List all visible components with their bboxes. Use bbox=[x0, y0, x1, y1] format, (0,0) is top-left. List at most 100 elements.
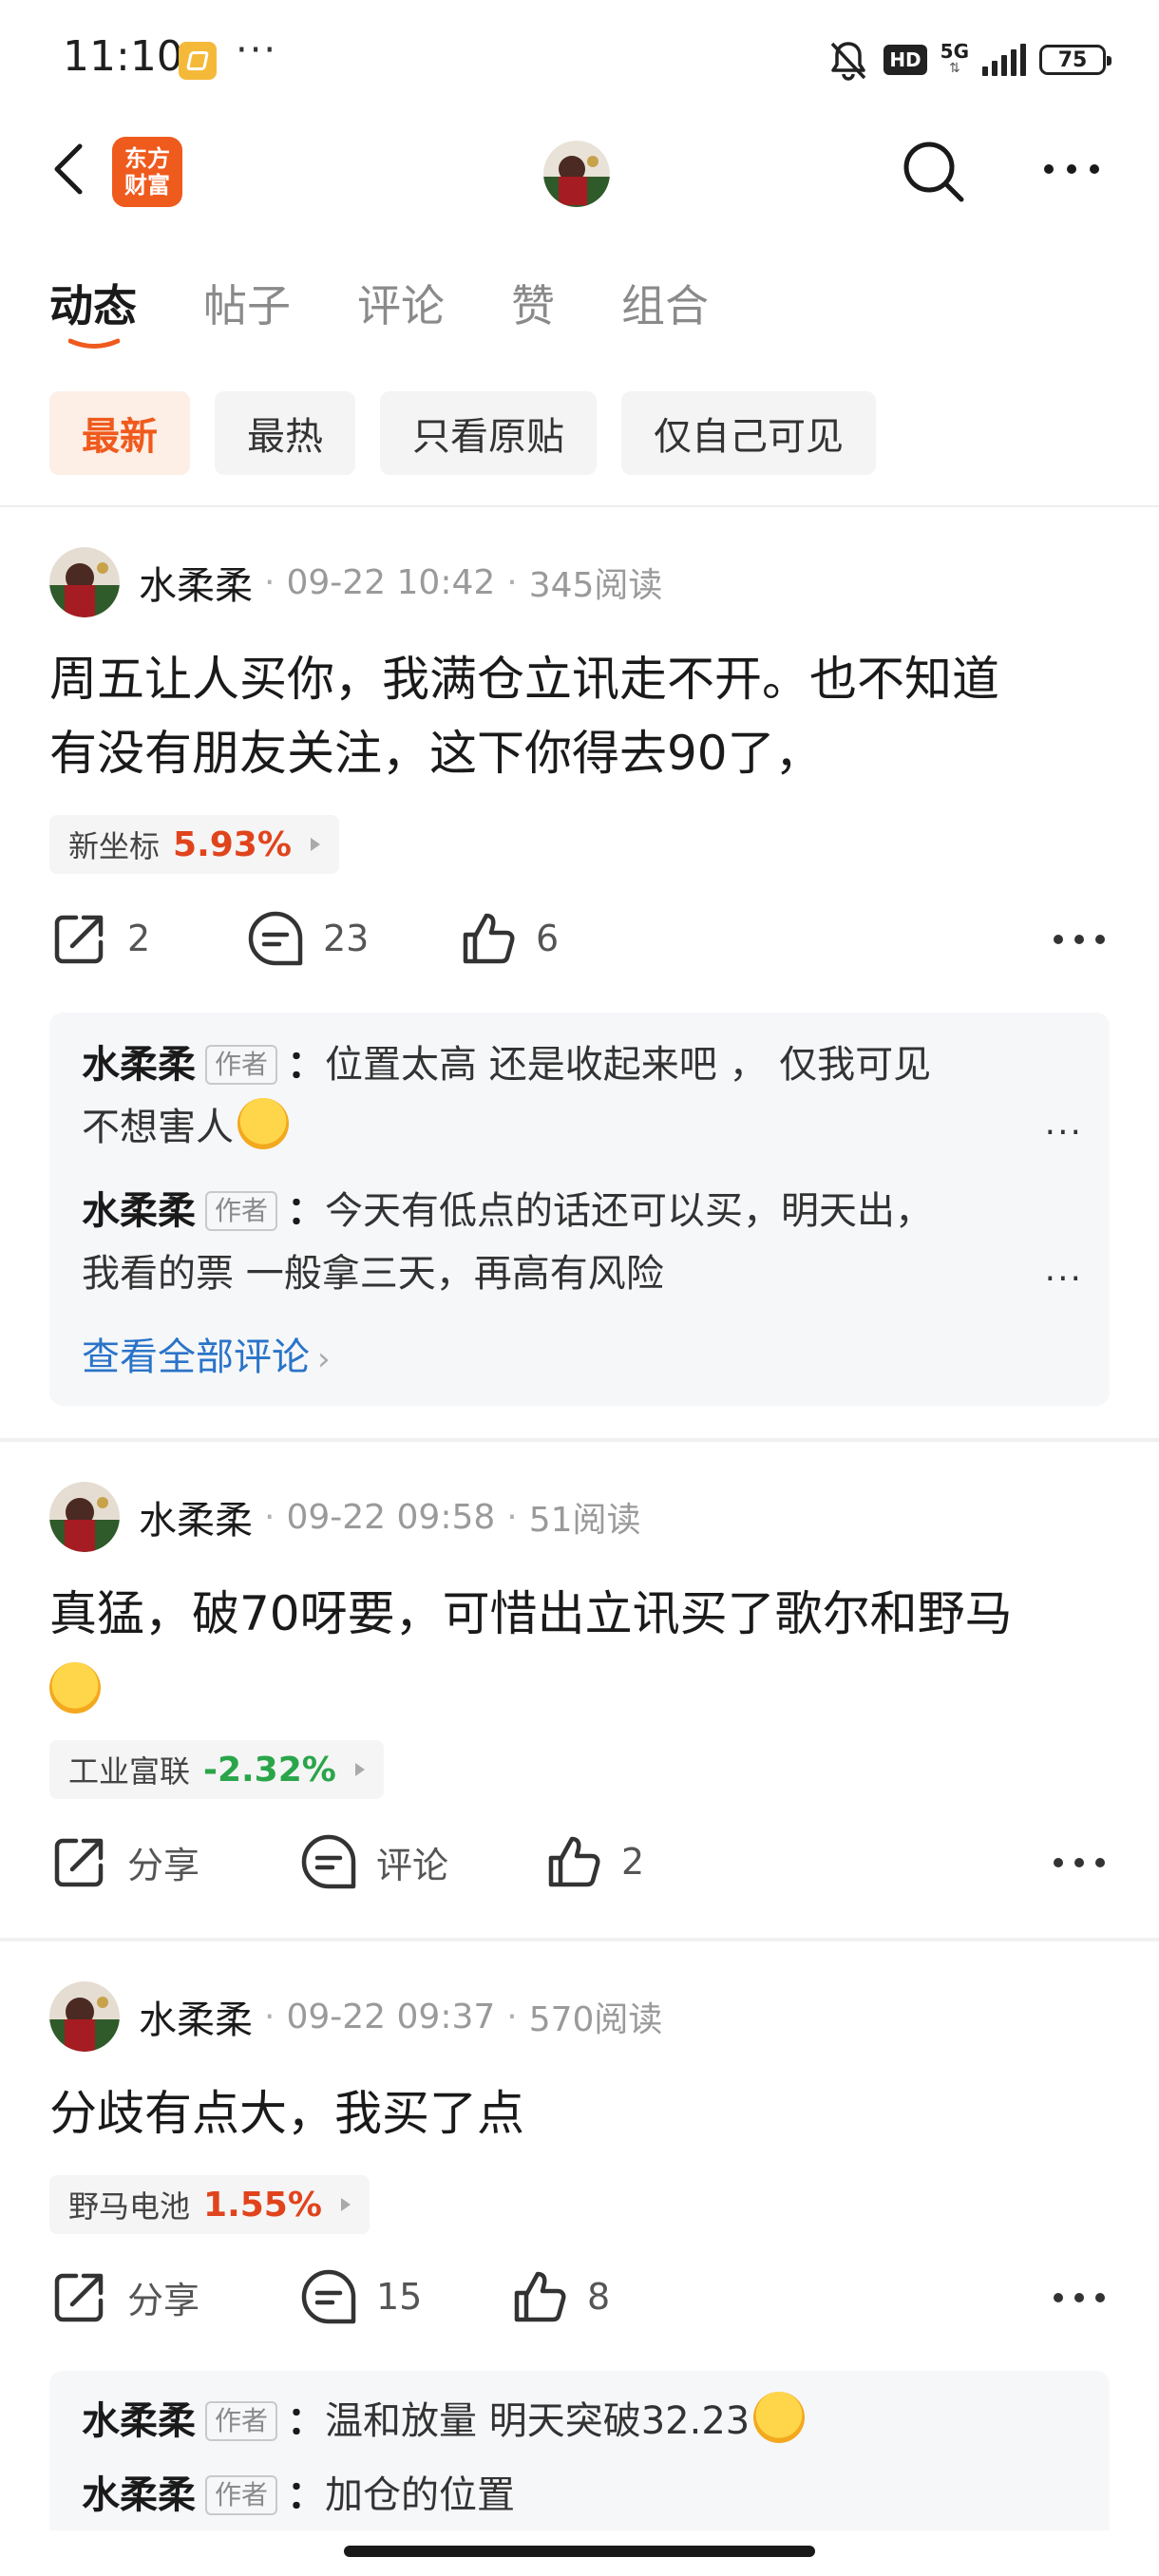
share-button[interactable]: 分享 bbox=[49, 1831, 200, 1892]
read-count: 51阅读 bbox=[528, 1501, 641, 1540]
comment-more-icon[interactable]: ... bbox=[1045, 1250, 1083, 1289]
filter-bar: 最新 最热 只看原贴 仅自己可见 bbox=[49, 391, 876, 475]
comment-more-icon[interactable]: ... bbox=[1045, 1104, 1083, 1143]
stock-tag[interactable]: 野马电池 1.55% bbox=[49, 2175, 370, 2234]
post-more-icon[interactable] bbox=[1053, 925, 1106, 954]
comment-author[interactable]: 水柔柔 bbox=[82, 2399, 196, 2443]
read-count: 345阅读 bbox=[528, 566, 663, 605]
tab-tiezi[interactable]: 帖子 bbox=[203, 272, 291, 334]
network-label: 5G bbox=[940, 40, 969, 63]
author-avatar[interactable] bbox=[49, 547, 120, 617]
more-options-icon[interactable] bbox=[1041, 150, 1102, 188]
hand-over-mouth-emoji-icon bbox=[753, 2392, 806, 2443]
filter-latest[interactable]: 最新 bbox=[49, 391, 190, 475]
laughing-tears-emoji-icon bbox=[238, 1098, 289, 1149]
stock-tag[interactable]: 新坐标 5.93% bbox=[49, 815, 339, 874]
battery-icon: 75 bbox=[1039, 45, 1112, 75]
search-icon[interactable] bbox=[899, 137, 969, 207]
post-content[interactable]: 分歧有点大，我买了点 bbox=[49, 2076, 1113, 2150]
like-button[interactable]: 2 bbox=[543, 1831, 644, 1892]
share-button[interactable]: 分享 bbox=[49, 2266, 200, 2327]
comment-preview-box: 水柔柔 作者 ：位置太高 还是收起来吧 ， 仅我可见 不想害人 ... 水柔柔 作者：… bbox=[49, 1013, 1110, 1406]
post-content-line: 有没有朋友关注，这下你得去90了， bbox=[49, 726, 823, 781]
thumbs-up-icon bbox=[514, 2271, 566, 2322]
view-all-comments-link[interactable]: 查看全部评论 › bbox=[82, 1326, 331, 1381]
author-name[interactable]: 水柔柔 bbox=[139, 1489, 253, 1544]
comment-count: 23 bbox=[323, 918, 370, 959]
comment-text: 不想害人 bbox=[82, 1106, 234, 1149]
app-logo: 东方 财富 bbox=[112, 137, 182, 207]
author-avatar[interactable] bbox=[49, 1981, 120, 2052]
hd-badge: HD bbox=[884, 45, 927, 75]
comment-item[interactable]: 水柔柔 作者 ：加仓的位置 bbox=[82, 2464, 1051, 2527]
post-content-line: 真猛，破70呀要，可惜出立讯买了歌尔和野马 bbox=[49, 1586, 1013, 1641]
comment-text: 位置太高 还是收起来吧 ， 仅我可见 bbox=[325, 1043, 932, 1087]
back-arrow-icon[interactable] bbox=[48, 141, 89, 198]
tab-pinglun[interactable]: 评论 bbox=[357, 272, 445, 334]
comment-text: 我看的票 一般拿三天，再高有风险 bbox=[82, 1252, 664, 1296]
post-time: 09-22 09:58 bbox=[286, 1497, 496, 1537]
author-tag: 作者 bbox=[205, 1045, 278, 1085]
author-avatar[interactable] bbox=[49, 1482, 120, 1552]
post-meta: 水柔柔 · 09-22 10:42 · 345阅读 bbox=[49, 547, 662, 617]
filter-self-visible[interactable]: 仅自己可见 bbox=[621, 391, 876, 475]
post-card[interactable]: 水柔柔 · 09-22 09:37 · 570阅读 分歧有点大，我买了点 野马电… bbox=[0, 1941, 1159, 2530]
stock-change: 1.55% bbox=[203, 2185, 322, 2225]
comment-icon bbox=[301, 1834, 356, 1889]
tab-dongtai[interactable]: 动态 bbox=[49, 272, 137, 334]
post-more-icon[interactable] bbox=[1053, 1848, 1106, 1877]
home-indicator[interactable] bbox=[344, 2546, 815, 2557]
comment-button[interactable]: 15 bbox=[298, 2266, 422, 2327]
stock-name: 野马电池 bbox=[68, 2188, 191, 2225]
stock-tag[interactable]: 工业富联 -2.32% bbox=[49, 1740, 384, 1799]
comment-text: 加仓的位置 bbox=[325, 2473, 516, 2517]
like-count: 6 bbox=[536, 918, 560, 959]
post-actions: 分享 评论 2 bbox=[49, 1831, 1113, 1907]
comment-author[interactable]: 水柔柔 bbox=[82, 1189, 196, 1233]
post-more-icon[interactable] bbox=[1053, 2283, 1106, 2312]
post-card[interactable]: 水柔柔 · 09-22 09:58 · 51阅读 真猛，破70呀要，可惜出立讯买… bbox=[0, 1442, 1159, 1936]
thumbs-up-icon bbox=[463, 913, 515, 964]
share-icon bbox=[54, 915, 104, 964]
author-name[interactable]: 水柔柔 bbox=[139, 1989, 253, 2044]
stock-change: 5.93% bbox=[173, 824, 292, 864]
logo-line2: 财富 bbox=[124, 172, 170, 199]
like-button[interactable]: 6 bbox=[458, 908, 559, 969]
comment-icon bbox=[248, 911, 303, 966]
post-content[interactable]: 周五让人买你，我满仓立讯走不开。也不知道 有没有朋友关注，这下你得去90了， bbox=[49, 642, 1113, 790]
like-button[interactable]: 8 bbox=[509, 2266, 610, 2327]
logo-line1: 东方 bbox=[124, 145, 170, 172]
user-avatar[interactable] bbox=[543, 141, 610, 207]
profile-tabs: 动态 帖子 评论 赞 组合 bbox=[49, 272, 775, 334]
chevron-right-icon bbox=[354, 1763, 365, 1776]
comment-count: 15 bbox=[376, 2276, 423, 2318]
share-icon bbox=[54, 2273, 104, 2322]
author-name[interactable]: 水柔柔 bbox=[139, 555, 253, 610]
tab-zuhe[interactable]: 组合 bbox=[621, 272, 709, 334]
comment-text: 今天有低点的话还可以买，明天出， bbox=[325, 1189, 934, 1233]
filter-hot[interactable]: 最热 bbox=[215, 391, 355, 475]
post-card[interactable]: 水柔柔 · 09-22 10:42 · 345阅读 周五让人买你，我满仓立讯走不… bbox=[0, 507, 1159, 1438]
stock-change: -2.32% bbox=[203, 1750, 336, 1790]
comment-item[interactable]: 水柔柔 作者 ：位置太高 还是收起来吧 ， 仅我可见 不想害人 bbox=[82, 1033, 1051, 1159]
share-count: 2 bbox=[127, 918, 151, 959]
comment-button[interactable]: 评论 bbox=[298, 1831, 448, 1892]
active-tab-indicator bbox=[68, 338, 120, 349]
comment-item[interactable]: 水柔柔 作者 ：今天有低点的话还可以买，明天出， 我看的票 一般拿三天，再高有风险 bbox=[82, 1180, 1051, 1305]
post-content[interactable]: 真猛，破70呀要，可惜出立讯买了歌尔和野马 bbox=[49, 1577, 1113, 1725]
chevron-right-icon bbox=[340, 2198, 351, 2211]
chevron-right-icon bbox=[310, 838, 320, 851]
comment-button[interactable]: 23 bbox=[245, 908, 369, 969]
author-tag: 作者 bbox=[205, 2401, 278, 2441]
comment-author[interactable]: 水柔柔 bbox=[82, 1043, 196, 1087]
comment-preview-box: 水柔柔 作者 ：温和放量 明天突破32.23 水柔柔 作者 ：加仓的位置 bbox=[49, 2371, 1110, 2530]
post-actions: 2 23 6 bbox=[49, 908, 1113, 984]
filter-original-only[interactable]: 只看原贴 bbox=[380, 391, 597, 475]
author-tag: 作者 bbox=[205, 2475, 278, 2515]
comment-icon bbox=[301, 2269, 356, 2324]
post-meta: 水柔柔 · 09-22 09:37 · 570阅读 bbox=[49, 1981, 662, 2052]
comment-item[interactable]: 水柔柔 作者 ：温和放量 明天突破32.23 bbox=[82, 2390, 1051, 2453]
share-button[interactable]: 2 bbox=[49, 908, 150, 969]
comment-author[interactable]: 水柔柔 bbox=[82, 2473, 196, 2517]
tab-zan[interactable]: 赞 bbox=[511, 272, 555, 334]
